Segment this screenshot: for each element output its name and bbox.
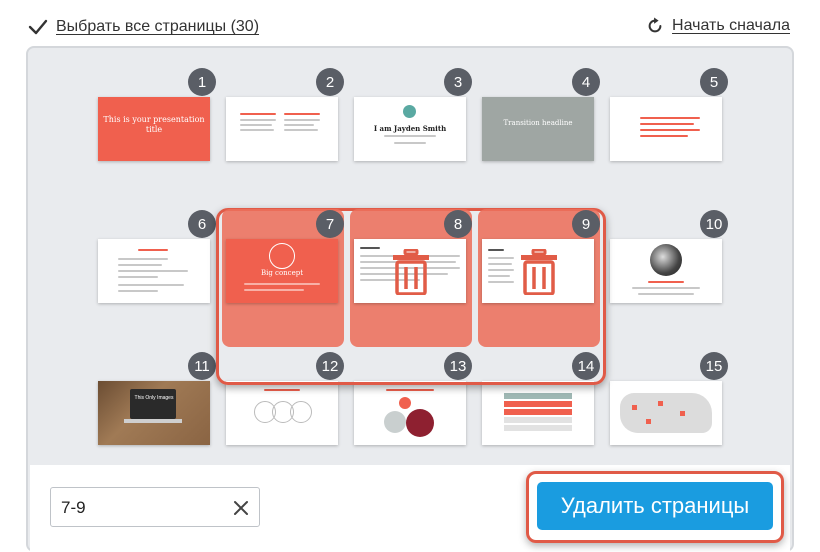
page-thumbnail-1[interactable]: This is your presentation title bbox=[98, 97, 210, 161]
page-number-badge: 4 bbox=[572, 68, 600, 96]
page-thumbnail-5[interactable] bbox=[610, 97, 722, 161]
page-thumbnail-11[interactable]: This Only Images bbox=[98, 381, 210, 445]
page-thumbnail-12[interactable] bbox=[226, 381, 338, 445]
page-range-value: 7-9 bbox=[61, 498, 86, 517]
page-thumbnail-3[interactable]: I am Jayden Smith bbox=[354, 97, 466, 161]
page-number-badge: 10 bbox=[700, 210, 728, 238]
page-thumbnail-title: This is your presentation title bbox=[103, 115, 205, 134]
page-number-badge: 6 bbox=[188, 210, 216, 238]
page-number-badge: 8 bbox=[444, 210, 472, 238]
delete-pages-button[interactable]: Удалить страницы bbox=[537, 482, 773, 530]
clear-icon[interactable] bbox=[231, 498, 251, 518]
select-all-label: Выбрать все страницы (30) bbox=[56, 18, 260, 35]
page-number-badge: 11 bbox=[188, 352, 216, 380]
page-range-input[interactable]: 7-9 bbox=[50, 487, 260, 527]
page-thumbnail-15[interactable] bbox=[610, 381, 722, 445]
page-thumbnail-title: Transition headline bbox=[503, 119, 573, 127]
action-bar: 7-9 Удалить страницы bbox=[30, 465, 790, 552]
checkmark-icon bbox=[28, 19, 48, 35]
page-thumbnail-title: This Only Images bbox=[134, 395, 174, 401]
select-all-button[interactable]: Выбрать все страницы (30) bbox=[28, 17, 259, 37]
page-thumbnail-6[interactable] bbox=[98, 239, 210, 303]
page-thumbnail-14[interactable] bbox=[482, 381, 594, 445]
page-thumbnail-10[interactable] bbox=[610, 239, 722, 303]
page-thumbnail-2[interactable] bbox=[226, 97, 338, 161]
page-thumbnail-13[interactable] bbox=[354, 381, 466, 445]
delete-button-highlight: Удалить страницы bbox=[526, 471, 784, 543]
top-bar: Выбрать все страницы (30) Начать сначала bbox=[0, 0, 820, 46]
page-thumbnail-4[interactable]: Transition headline bbox=[482, 97, 594, 161]
page-number-badge: 5 bbox=[700, 68, 728, 96]
page-thumbnail-7: Big concept bbox=[226, 239, 338, 303]
page-number-badge: 2 bbox=[316, 68, 344, 96]
page-number-badge: 3 bbox=[444, 68, 472, 96]
refresh-icon bbox=[648, 17, 662, 33]
restart-button[interactable]: Начать сначала bbox=[646, 17, 790, 35]
trash-icon bbox=[393, 249, 429, 295]
page-thumbnail-title: Big concept bbox=[260, 269, 304, 277]
page-number-badge: 1 bbox=[188, 68, 216, 96]
page-number-badge: 9 bbox=[572, 210, 600, 238]
trash-icon bbox=[521, 249, 557, 295]
restart-label: Начать сначала bbox=[672, 17, 790, 34]
page-number-badge: 7 bbox=[316, 210, 344, 238]
page-number-badge: 15 bbox=[700, 352, 728, 380]
page-thumbnail-title: I am Jayden Smith bbox=[373, 124, 447, 133]
